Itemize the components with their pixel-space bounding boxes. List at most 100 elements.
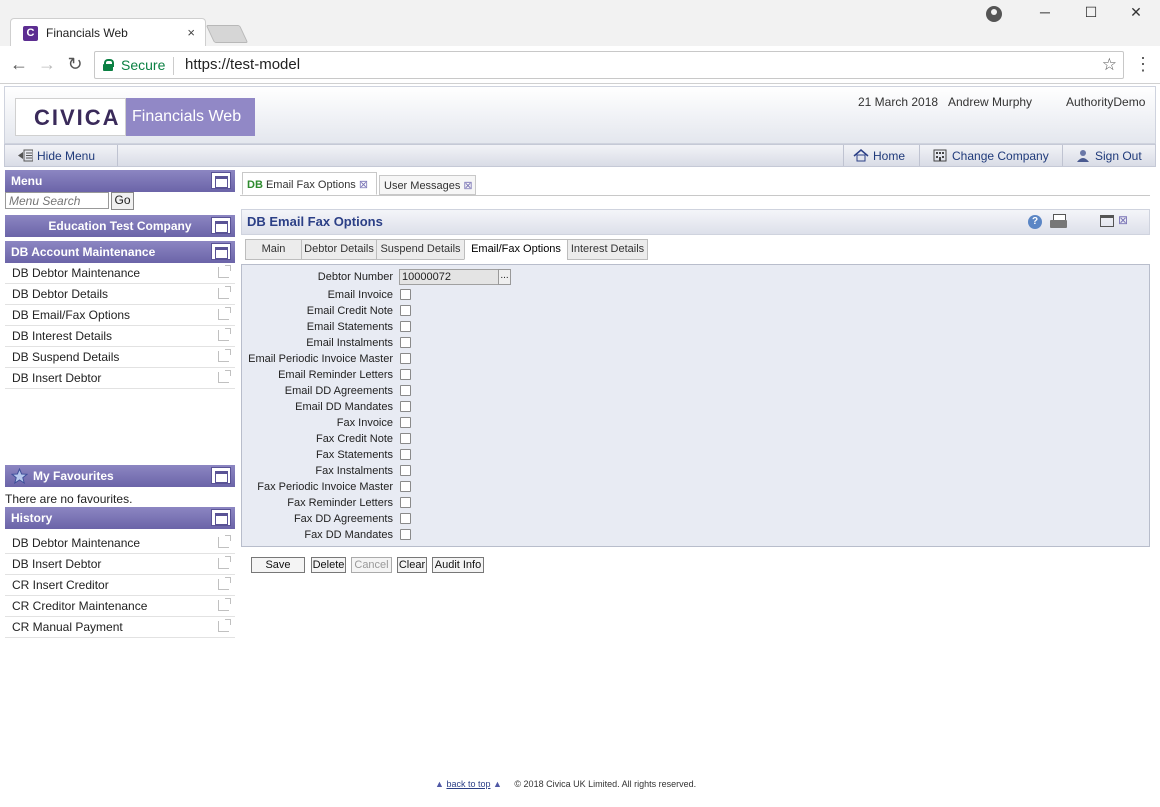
fax-invoice-checkbox[interactable] [400, 417, 411, 428]
audit-info-button[interactable]: Audit Info [432, 557, 484, 573]
header-user: Andrew Murphy [948, 95, 1033, 109]
browser-menu-icon[interactable]: ⋮ [1134, 54, 1152, 75]
minimize-icon[interactable]: ─ [1030, 4, 1060, 20]
debtor-number-row: Debtor Number 10000072 ... [242, 269, 642, 287]
home-button[interactable]: Home [853, 149, 905, 163]
tab-main[interactable]: Main [245, 239, 302, 260]
open-new-window-icon[interactable] [218, 619, 231, 632]
menu-item[interactable]: DB Debtor Details [5, 284, 235, 305]
app-header: CIVICA Financials Web 21 March 2018 Andr… [4, 86, 1156, 144]
tab-close-icon[interactable]: ⊠ [463, 180, 472, 192]
section-open-icon[interactable] [211, 243, 231, 260]
menu-item[interactable]: DB Debtor Maintenance [5, 263, 235, 284]
option-label: Email Periodic Invoice Master [248, 353, 393, 365]
print-icon[interactable] [1050, 214, 1068, 230]
menu-item[interactable]: DB Interest Details [5, 326, 235, 347]
window-close-icon[interactable]: ✕ [1121, 4, 1151, 21]
favourites-title: My Favourites [33, 469, 114, 483]
company-header[interactable]: Education Test Company [5, 215, 235, 237]
menu-collapse-icon[interactable] [211, 172, 231, 189]
tab-suspend-details[interactable]: Suspend Details [376, 239, 465, 260]
tab-email-fax[interactable]: Email/Fax Options [464, 239, 568, 260]
back-icon[interactable]: ← [8, 54, 30, 75]
tab-user-messages[interactable]: User Messages ⊠ [379, 175, 476, 195]
history-item[interactable]: DB Debtor Maintenance [5, 533, 235, 554]
popout-window-icon[interactable] [1100, 215, 1114, 227]
menu-go-button[interactable]: Go [111, 192, 134, 210]
clear-button[interactable]: Clear [397, 557, 427, 573]
email-periodic-invoice-master-checkbox[interactable] [400, 353, 411, 364]
option-row: Fax Statements [242, 448, 642, 464]
bookmark-star-icon[interactable]: ☆ [1102, 55, 1117, 75]
menu-item[interactable]: DB Suspend Details [5, 347, 235, 368]
email-dd-mandates-checkbox[interactable] [400, 401, 411, 412]
option-row: Fax Periodic Invoice Master [242, 480, 642, 496]
history-item[interactable]: CR Insert Creditor [5, 575, 235, 596]
sign-out-button[interactable]: Sign Out [1075, 149, 1142, 163]
fax-reminder-letters-checkbox[interactable] [400, 497, 411, 508]
profile-icon[interactable] [986, 6, 1002, 22]
back-to-top-link[interactable]: back to top [446, 779, 490, 789]
delete-button[interactable]: Delete [311, 557, 346, 573]
history-item[interactable]: DB Insert Debtor [5, 554, 235, 575]
email-instalments-checkbox[interactable] [400, 337, 411, 348]
change-company-button[interactable]: Change Company [932, 149, 1049, 163]
hide-menu-button[interactable]: Hide Menu [17, 149, 95, 163]
address-bar[interactable]: Secure https://test-model ☆ [94, 51, 1124, 79]
fax-statements-checkbox[interactable] [400, 449, 411, 460]
email-credit-note-checkbox[interactable] [400, 305, 411, 316]
email-reminder-letters-checkbox[interactable] [400, 369, 411, 380]
save-button[interactable]: Save [251, 557, 305, 573]
tab-close-icon[interactable]: ⊠ [359, 179, 368, 191]
history-item[interactable]: CR Creditor Maintenance [5, 596, 235, 617]
debtor-number-field[interactable]: 10000072 [399, 269, 499, 285]
history-item-label: CR Creditor Maintenance [12, 599, 148, 613]
cancel-button[interactable]: Cancel [351, 557, 392, 573]
open-new-window-icon[interactable] [218, 577, 231, 590]
section-header[interactable]: DB Account Maintenance [5, 241, 235, 263]
fax-dd-mandates-checkbox[interactable] [400, 529, 411, 540]
menu-item[interactable]: DB Insert Debtor [5, 368, 235, 389]
debtor-lookup-button[interactable]: ... [498, 269, 511, 285]
history-item[interactable]: CR Manual Payment [5, 617, 235, 638]
email-statements-checkbox[interactable] [400, 321, 411, 332]
fax-dd-agreements-checkbox[interactable] [400, 513, 411, 524]
fax-instalments-checkbox[interactable] [400, 465, 411, 476]
open-new-window-icon[interactable] [218, 598, 231, 611]
menu-item-label: DB Debtor Details [12, 287, 109, 301]
favourites-collapse-icon[interactable] [211, 467, 231, 484]
forward-icon[interactable]: → [36, 54, 58, 75]
email-invoice-checkbox[interactable] [400, 289, 411, 300]
tab-close-icon[interactable]: × [187, 25, 195, 40]
option-row: Email Reminder Letters [242, 368, 642, 384]
tab-email-fax-options[interactable]: DB Email Fax Options ⊠ [242, 172, 377, 195]
tab-debtor-details[interactable]: Debtor Details [301, 239, 377, 260]
open-new-window-icon[interactable] [218, 328, 231, 341]
open-new-window-icon[interactable] [218, 265, 231, 278]
reload-icon[interactable]: ↻ [64, 54, 86, 75]
tab-module-prefix: DB [247, 179, 263, 191]
menu-item-label: DB Suspend Details [12, 350, 120, 364]
open-new-window-icon[interactable] [218, 535, 231, 548]
menu-search-input[interactable] [5, 192, 109, 209]
new-tab-button[interactable] [205, 25, 249, 43]
open-new-window-icon[interactable] [218, 286, 231, 299]
fax-credit-note-checkbox[interactable] [400, 433, 411, 444]
history-collapse-icon[interactable] [211, 509, 231, 526]
panel-close-icon[interactable]: ⊠ [1118, 213, 1128, 227]
open-new-window-icon[interactable] [218, 349, 231, 362]
open-new-window-icon[interactable] [218, 307, 231, 320]
company-expand-icon[interactable] [211, 217, 231, 234]
menu-item[interactable]: DB Email/Fax Options [5, 305, 235, 326]
tab-interest-details[interactable]: Interest Details [567, 239, 648, 260]
open-new-window-icon[interactable] [218, 370, 231, 383]
url-text[interactable]: https://test-model [185, 56, 300, 73]
fax-periodic-invoice-master-checkbox[interactable] [400, 481, 411, 492]
maximize-icon[interactable]: ☐ [1076, 4, 1106, 21]
email-dd-agreements-checkbox[interactable] [400, 385, 411, 396]
browser-toolbar: ← → ↻ Secure https://test-model ☆ ⋮ [0, 46, 1160, 84]
browser-tab[interactable]: C Financials Web × [10, 18, 206, 47]
help-icon[interactable]: ? [1028, 215, 1042, 229]
open-new-window-icon[interactable] [218, 556, 231, 569]
option-row: Fax Credit Note [242, 432, 642, 448]
